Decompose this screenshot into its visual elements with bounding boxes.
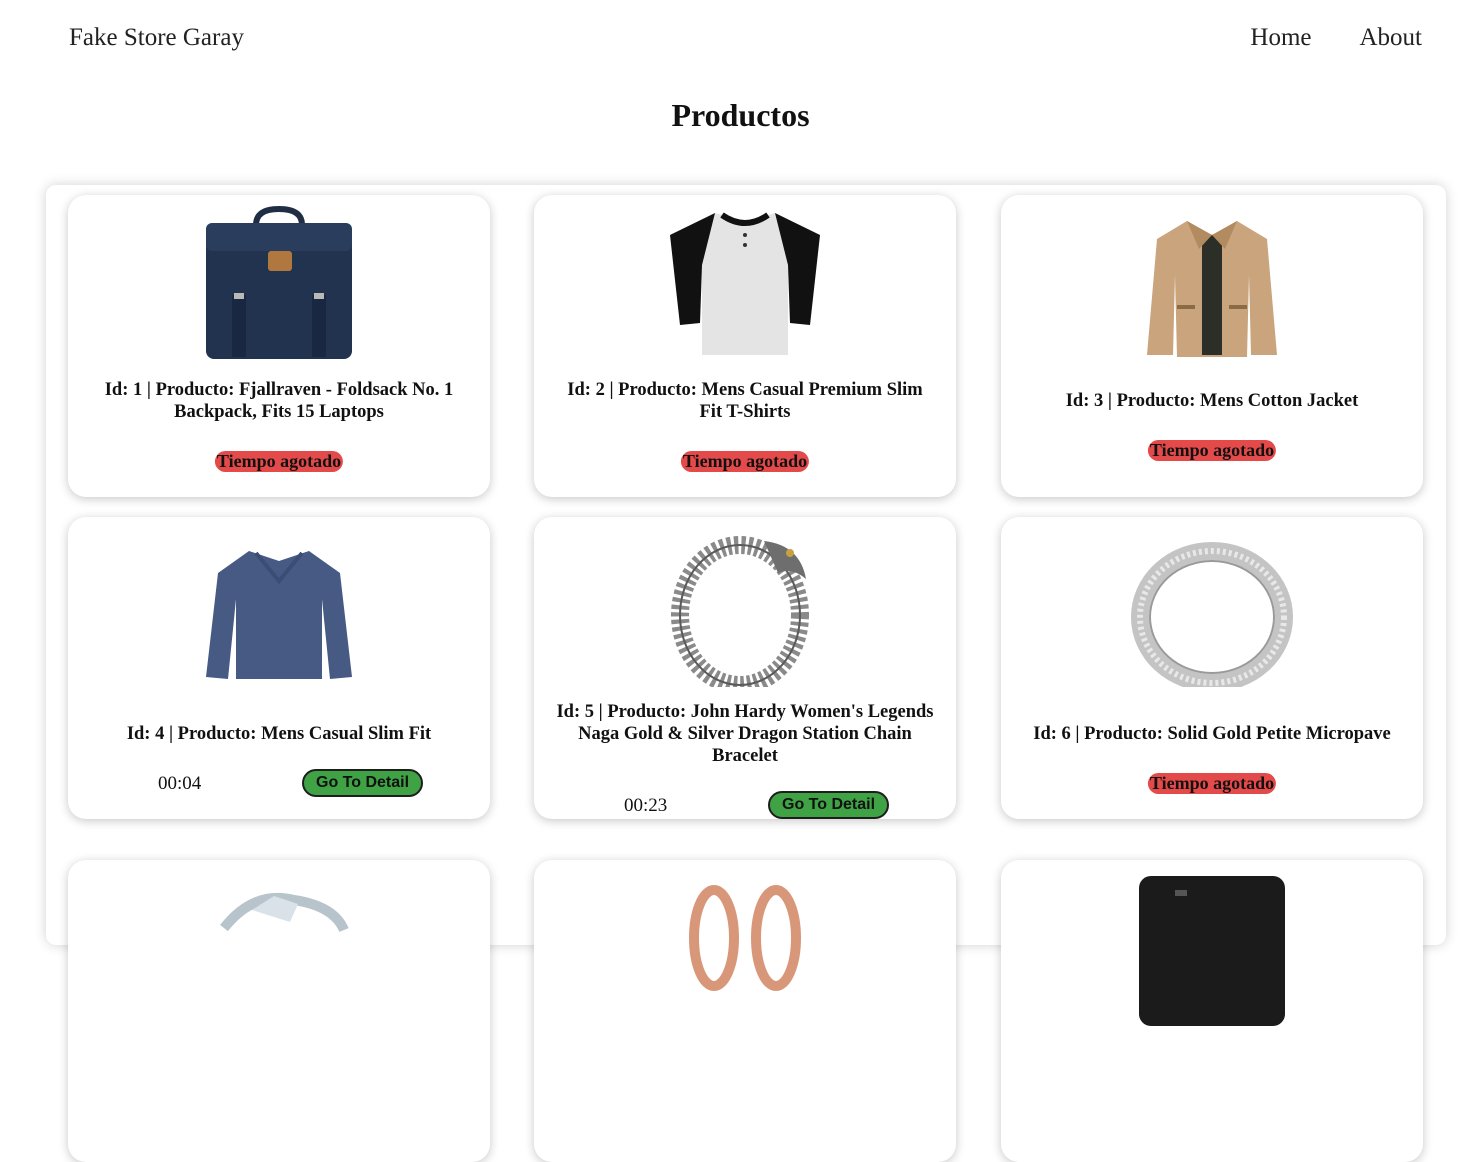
bracelet-image [671,536,809,687]
backpack-image [206,205,352,359]
product-title: Id: 6 | Producto: Solid Gold Petite Micr… [1033,724,1391,744]
hard-drive-image [1139,876,1285,1026]
longsleeve-image [206,551,352,679]
go-to-detail-button[interactable]: Go To Detail [302,769,424,797]
product-card [1001,860,1423,1162]
nav-links: Home About [1250,24,1422,52]
countdown-timer: 00:04 [158,773,202,794]
product-card [68,860,490,1162]
product-card: Id: 4 | Producto: Mens Casual Slim Fit 0… [68,517,490,819]
product-title: Id: 3 | Producto: Mens Cotton Jacket [1065,391,1359,411]
product-title: Id: 1 | Producto: Fjallraven - Foldsack … [104,380,454,422]
ring-image [220,892,349,933]
product-card: Id: 2 | Producto: Mens Casual Premium Sl… [534,195,956,497]
page-title: Productos [671,97,810,133]
status-badge: Tiempo agotado [680,451,810,472]
jacket-image [1147,221,1277,357]
tshirt-image [670,212,820,355]
ring-image [689,885,801,991]
navbar: Fake Store Garay Home About [0,0,1481,80]
product-title: Id: 2 | Producto: Mens Casual Premium Sl… [567,380,923,422]
status-badge: Tiempo agotado [1147,440,1277,461]
brand-link[interactable]: Fake Store Garay [69,24,244,52]
go-to-detail-button[interactable]: Go To Detail [768,791,890,819]
product-card [534,860,956,1162]
product-title: Id: 4 | Producto: Mens Casual Slim Fit [126,724,432,744]
product-card: Id: 5 | Producto: John Hardy Women's Leg… [534,517,956,819]
nav-home-link[interactable]: Home [1250,24,1311,52]
product-title: Id: 5 | Producto: John Hardy Women's Leg… [556,702,934,766]
nav-about-link[interactable]: About [1360,24,1423,52]
product-card: Id: 6 | Producto: Solid Gold Petite Micr… [1001,517,1423,819]
ring-image [1131,542,1293,687]
countdown-timer: 00:23 [624,795,668,816]
product-card: Id: 1 | Producto: Fjallraven - Foldsack … [68,195,490,497]
status-badge: Tiempo agotado [1147,773,1277,794]
status-badge: Tiempo agotado [214,451,344,472]
product-card: Id: 3 | Producto: Mens Cotton Jacket Tie… [1001,195,1423,497]
